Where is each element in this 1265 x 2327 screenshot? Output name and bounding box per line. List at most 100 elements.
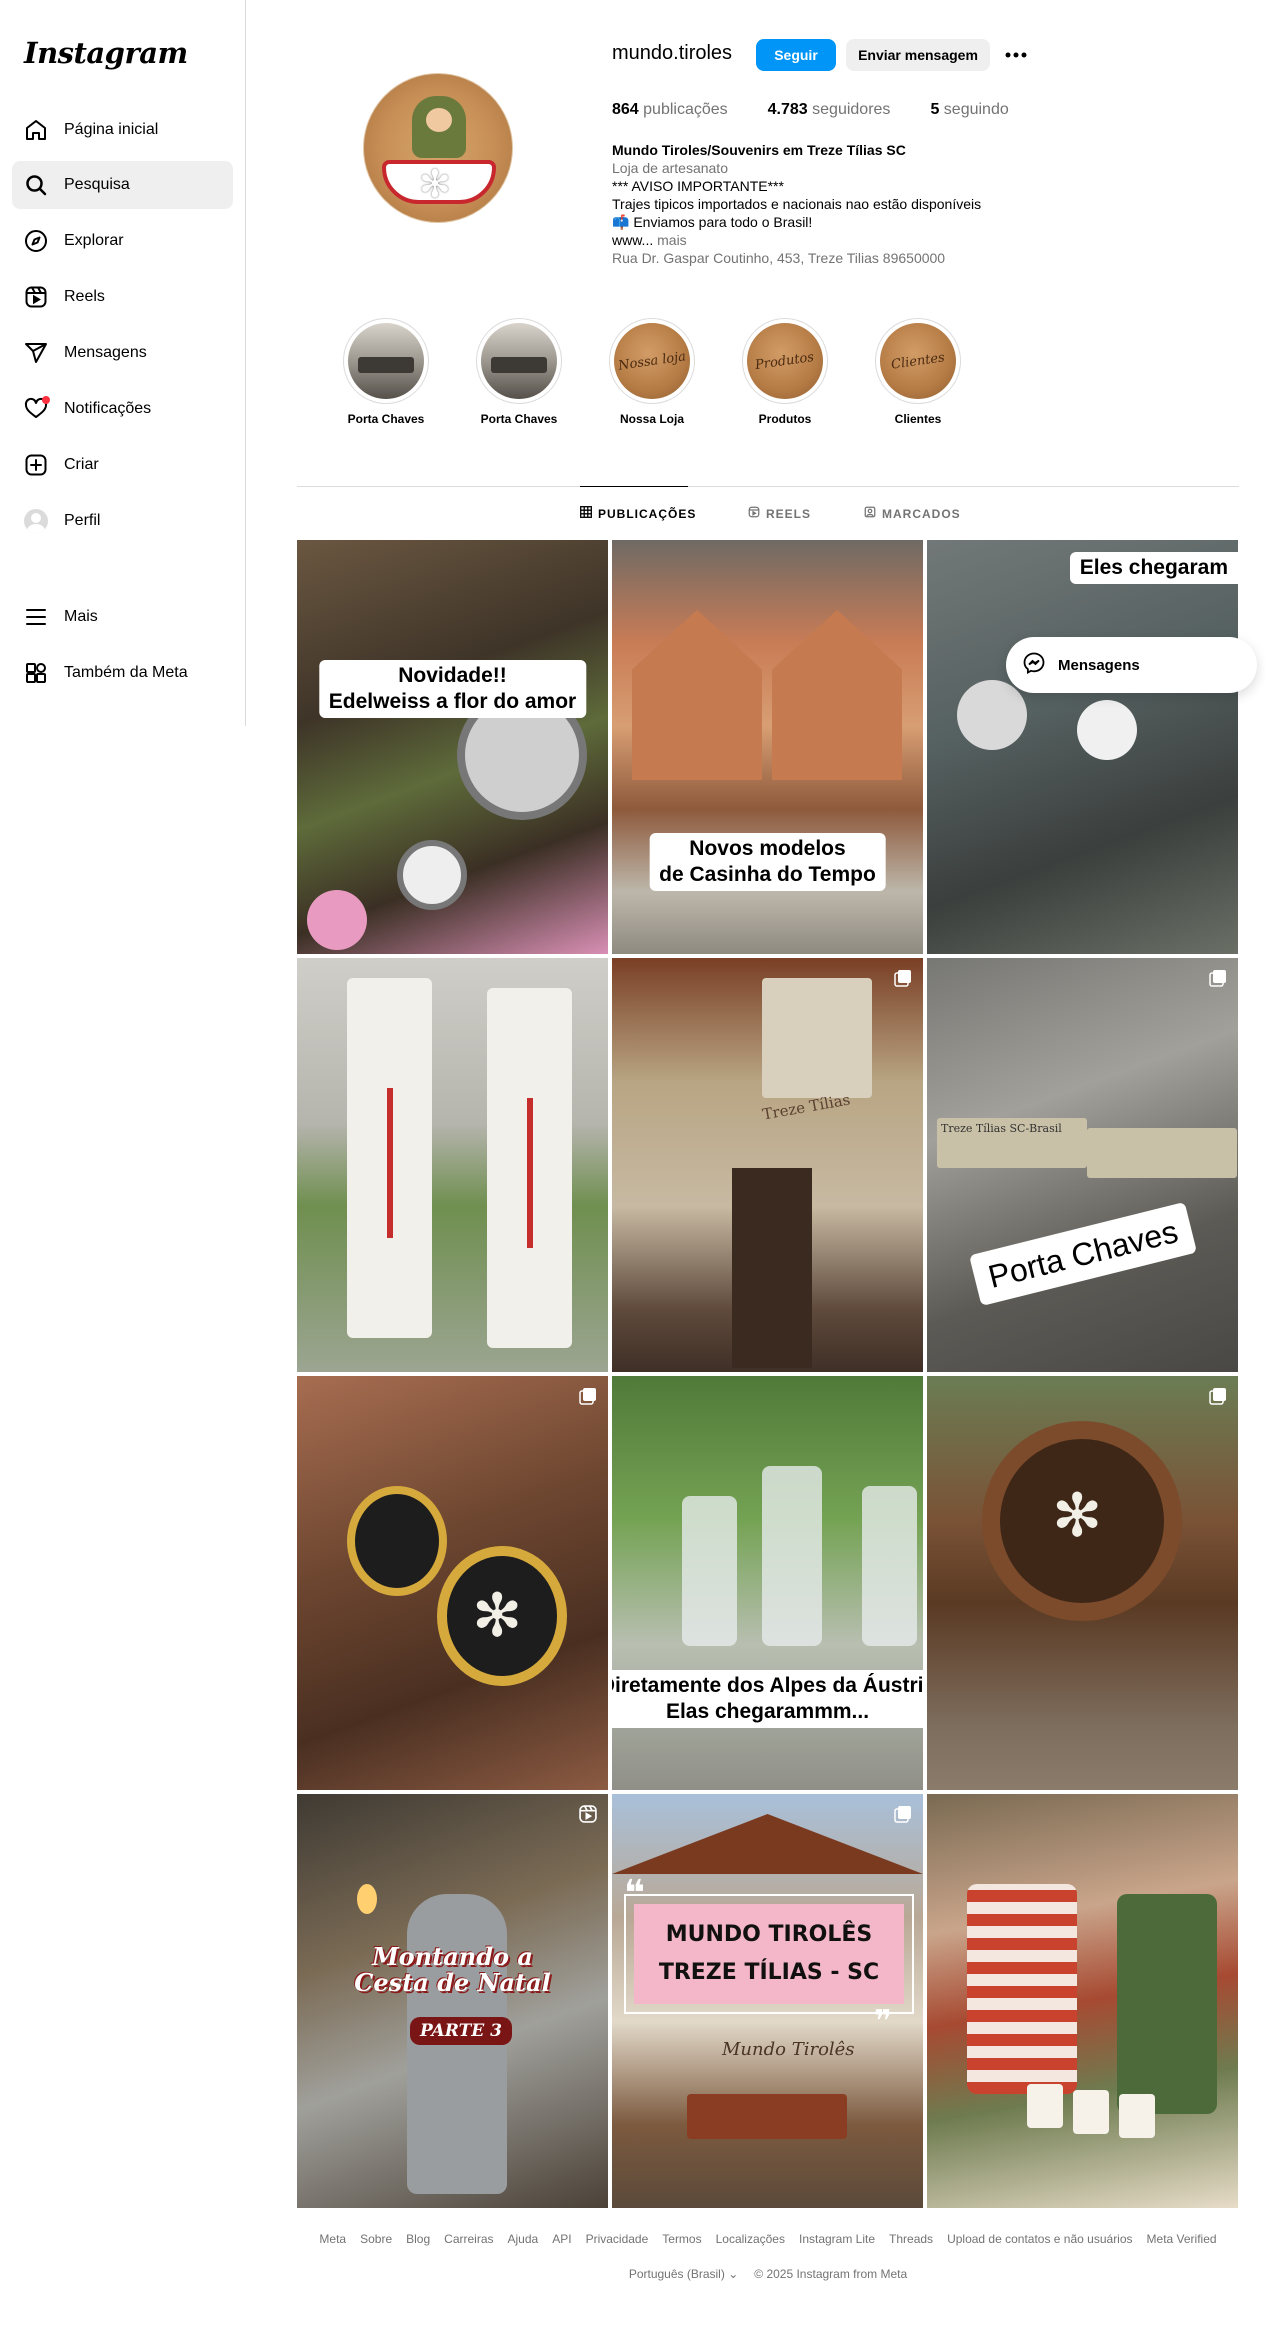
post-tile[interactable]: Eles chegaram [927, 540, 1238, 954]
post-caption: Diretamente dos Alpes da Áustria Elas che… [612, 1670, 923, 1728]
bio-line: 📫 Enviamos para todo o Brasil! [612, 214, 813, 230]
footer-link[interactable]: Instagram Lite [799, 2232, 875, 2246]
profile-bio: Mundo Tiroles/Souvenirs em Treze Tílias … [612, 141, 1032, 267]
send-icon [24, 341, 48, 365]
menu-icon [24, 605, 48, 629]
bio-line: Trajes tipicos importados e nacionais na… [612, 196, 982, 212]
sidebar-item-home[interactable]: Página inicial [12, 106, 233, 154]
post-tile[interactable] [927, 1794, 1238, 2208]
footer-link[interactable]: Meta Verified [1147, 2232, 1217, 2246]
footer-link[interactable]: Upload de contatos e não usuários [947, 2232, 1132, 2246]
highlight-nossa-loja[interactable]: Nossa loja Nossa Loja [607, 318, 697, 426]
bio-more-link[interactable]: mais [657, 232, 687, 248]
tabs-divider [297, 486, 1239, 487]
footer-link[interactable]: Sobre [360, 2232, 392, 2246]
post-caption: Montando a Cesta de Natal [354, 1942, 551, 1997]
footer-links: Meta Sobre Blog Carreiras Ajuda API Priv… [297, 2232, 1239, 2246]
search-icon [24, 173, 48, 197]
post-caption: Novidade!! Edelweiss a flor do amor [318, 660, 587, 718]
post-plaque-text: Treze Tílias SC-Brasil [937, 1118, 1087, 1168]
post-caption: Porta Chaves [968, 1201, 1197, 1307]
floating-messages-button[interactable]: Mensagens [1006, 637, 1257, 693]
following-stat[interactable]: 5 seguindo [930, 101, 1008, 119]
grid-icon [580, 506, 592, 521]
send-message-button[interactable]: Enviar mensagem [846, 39, 990, 71]
instagram-logo[interactable]: Instagram [24, 36, 188, 70]
post-tile[interactable]: Novos modelos de Casinha do Tempo [612, 540, 923, 954]
post-badge-text: PARTE 3 [410, 2017, 512, 2045]
bio-line: *** AVISO IMPORTANTE*** [612, 178, 784, 194]
footer-link[interactable]: Carreiras [444, 2232, 493, 2246]
bio-name: Mundo Tiroles/Souvenirs em Treze Tílias … [612, 142, 906, 158]
post-caption: Novos modelos de Casinha do Tempo [649, 833, 886, 891]
chevron-down-icon: ⌄ [728, 2267, 739, 2281]
sidebar-item-profile[interactable]: Perfil [12, 497, 233, 545]
footer-link[interactable]: Meta [319, 2232, 346, 2246]
followers-stat[interactable]: 4.783 seguidores [768, 101, 891, 119]
footer-link[interactable]: Ajuda [508, 2232, 539, 2246]
post-tile[interactable]: Treze Tílias [612, 958, 923, 1372]
tab-posts[interactable]: PUBLICAÇÕES [580, 506, 696, 521]
bio-category[interactable]: Loja de artesanato [612, 159, 1032, 177]
profile-avatar[interactable]: ✻ [363, 73, 513, 223]
home-icon [24, 118, 48, 142]
footer-link[interactable]: Blog [406, 2232, 430, 2246]
post-tile[interactable]: Montando a Cesta de Natal PARTE 3 [297, 1794, 608, 2208]
post-tile[interactable]: Treze Tílias SC-Brasil Porta Chaves [927, 958, 1238, 1372]
footer-link[interactable]: API [552, 2232, 571, 2246]
post-tile[interactable]: ✻ [927, 1376, 1238, 1790]
carousel-icon [893, 968, 913, 988]
highlight-porta-chaves-1[interactable]: Porta Chaves [341, 318, 431, 426]
more-options-icon[interactable] [1003, 42, 1029, 68]
floating-messages-label: Mensagens [1058, 656, 1140, 674]
footer-link[interactable]: Threads [889, 2232, 933, 2246]
sidebar-item-label: Criar [64, 456, 99, 473]
footer-link[interactable]: Localizações [716, 2232, 785, 2246]
tab-reels[interactable]: REELS [748, 506, 811, 521]
tab-tagged[interactable]: MARCADOS [864, 506, 961, 521]
sidebar-item-label: Também da Meta [64, 664, 188, 681]
sidebar-item-label: Reels [64, 288, 105, 305]
reels-icon [24, 285, 48, 309]
sidebar-item-label: Explorar [64, 232, 124, 249]
post-tile[interactable]: MUNDO TIROLÊS TREZE TÍLIAS - SC ❝ ❞ Mundo… [612, 1794, 923, 2208]
carousel-icon [578, 1386, 598, 1406]
sidebar-item-search[interactable]: Pesquisa [12, 161, 233, 209]
highlight-label: Porta Chaves [480, 412, 558, 426]
compass-icon [24, 229, 48, 253]
sidebar-item-label: Mensagens [64, 344, 147, 361]
avatar-icon [24, 509, 48, 533]
highlight-clientes[interactable]: Clientes Clientes [873, 318, 963, 426]
meta-apps-icon [24, 661, 48, 685]
sidebar-item-messages[interactable]: Mensagens [12, 329, 233, 377]
post-caption: Eles chegaram [1069, 552, 1238, 584]
post-tile[interactable]: Novidade!! Edelweiss a flor do amor [297, 540, 608, 954]
sidebar-item-reels[interactable]: Reels [12, 273, 233, 321]
post-tile[interactable]: ✻ [297, 1376, 608, 1790]
sidebar-item-also-from-meta[interactable]: Também da Meta [12, 649, 233, 697]
bio-line: www... mais [612, 232, 687, 248]
notification-dot [42, 396, 50, 404]
carousel-icon [1208, 968, 1228, 988]
highlight-porta-chaves-2[interactable]: Porta Chaves [474, 318, 564, 426]
sidebar-item-more[interactable]: Mais [12, 593, 233, 641]
footer-link[interactable]: Termos [662, 2232, 701, 2246]
post-tile[interactable]: Diretamente dos Alpes da Áustria Elas che… [612, 1376, 923, 1790]
follow-button[interactable]: Seguir [756, 39, 836, 71]
highlight-label: Produtos [758, 412, 812, 426]
carousel-icon [893, 1804, 913, 1824]
language-selector[interactable]: Português (Brasil) ⌄ [629, 2267, 738, 2281]
highlight-produtos[interactable]: Produtos Produtos [740, 318, 830, 426]
post-tile[interactable] [297, 958, 608, 1372]
sidebar-item-explore[interactable]: Explorar [12, 217, 233, 265]
sidebar-item-label: Notificações [64, 400, 152, 417]
posts-grid: Novidade!! Edelweiss a flor do amor Novos… [297, 540, 1239, 2208]
footer-link[interactable]: Privacidade [586, 2232, 649, 2246]
posts-stat: 864 publicações [612, 101, 728, 118]
sidebar-item-create[interactable]: Criar [12, 441, 233, 489]
post-caption: MUNDO TIROLÊS TREZE TÍLIAS - SC [634, 1904, 904, 2004]
highlight-cover: Clientes [880, 323, 956, 399]
sidebar-item-label: Página inicial [64, 121, 159, 138]
sidebar-item-notifications[interactable]: Notificações [12, 385, 233, 433]
bio-address[interactable]: Rua Dr. Gaspar Coutinho, 453, Treze Tili… [612, 249, 1032, 267]
